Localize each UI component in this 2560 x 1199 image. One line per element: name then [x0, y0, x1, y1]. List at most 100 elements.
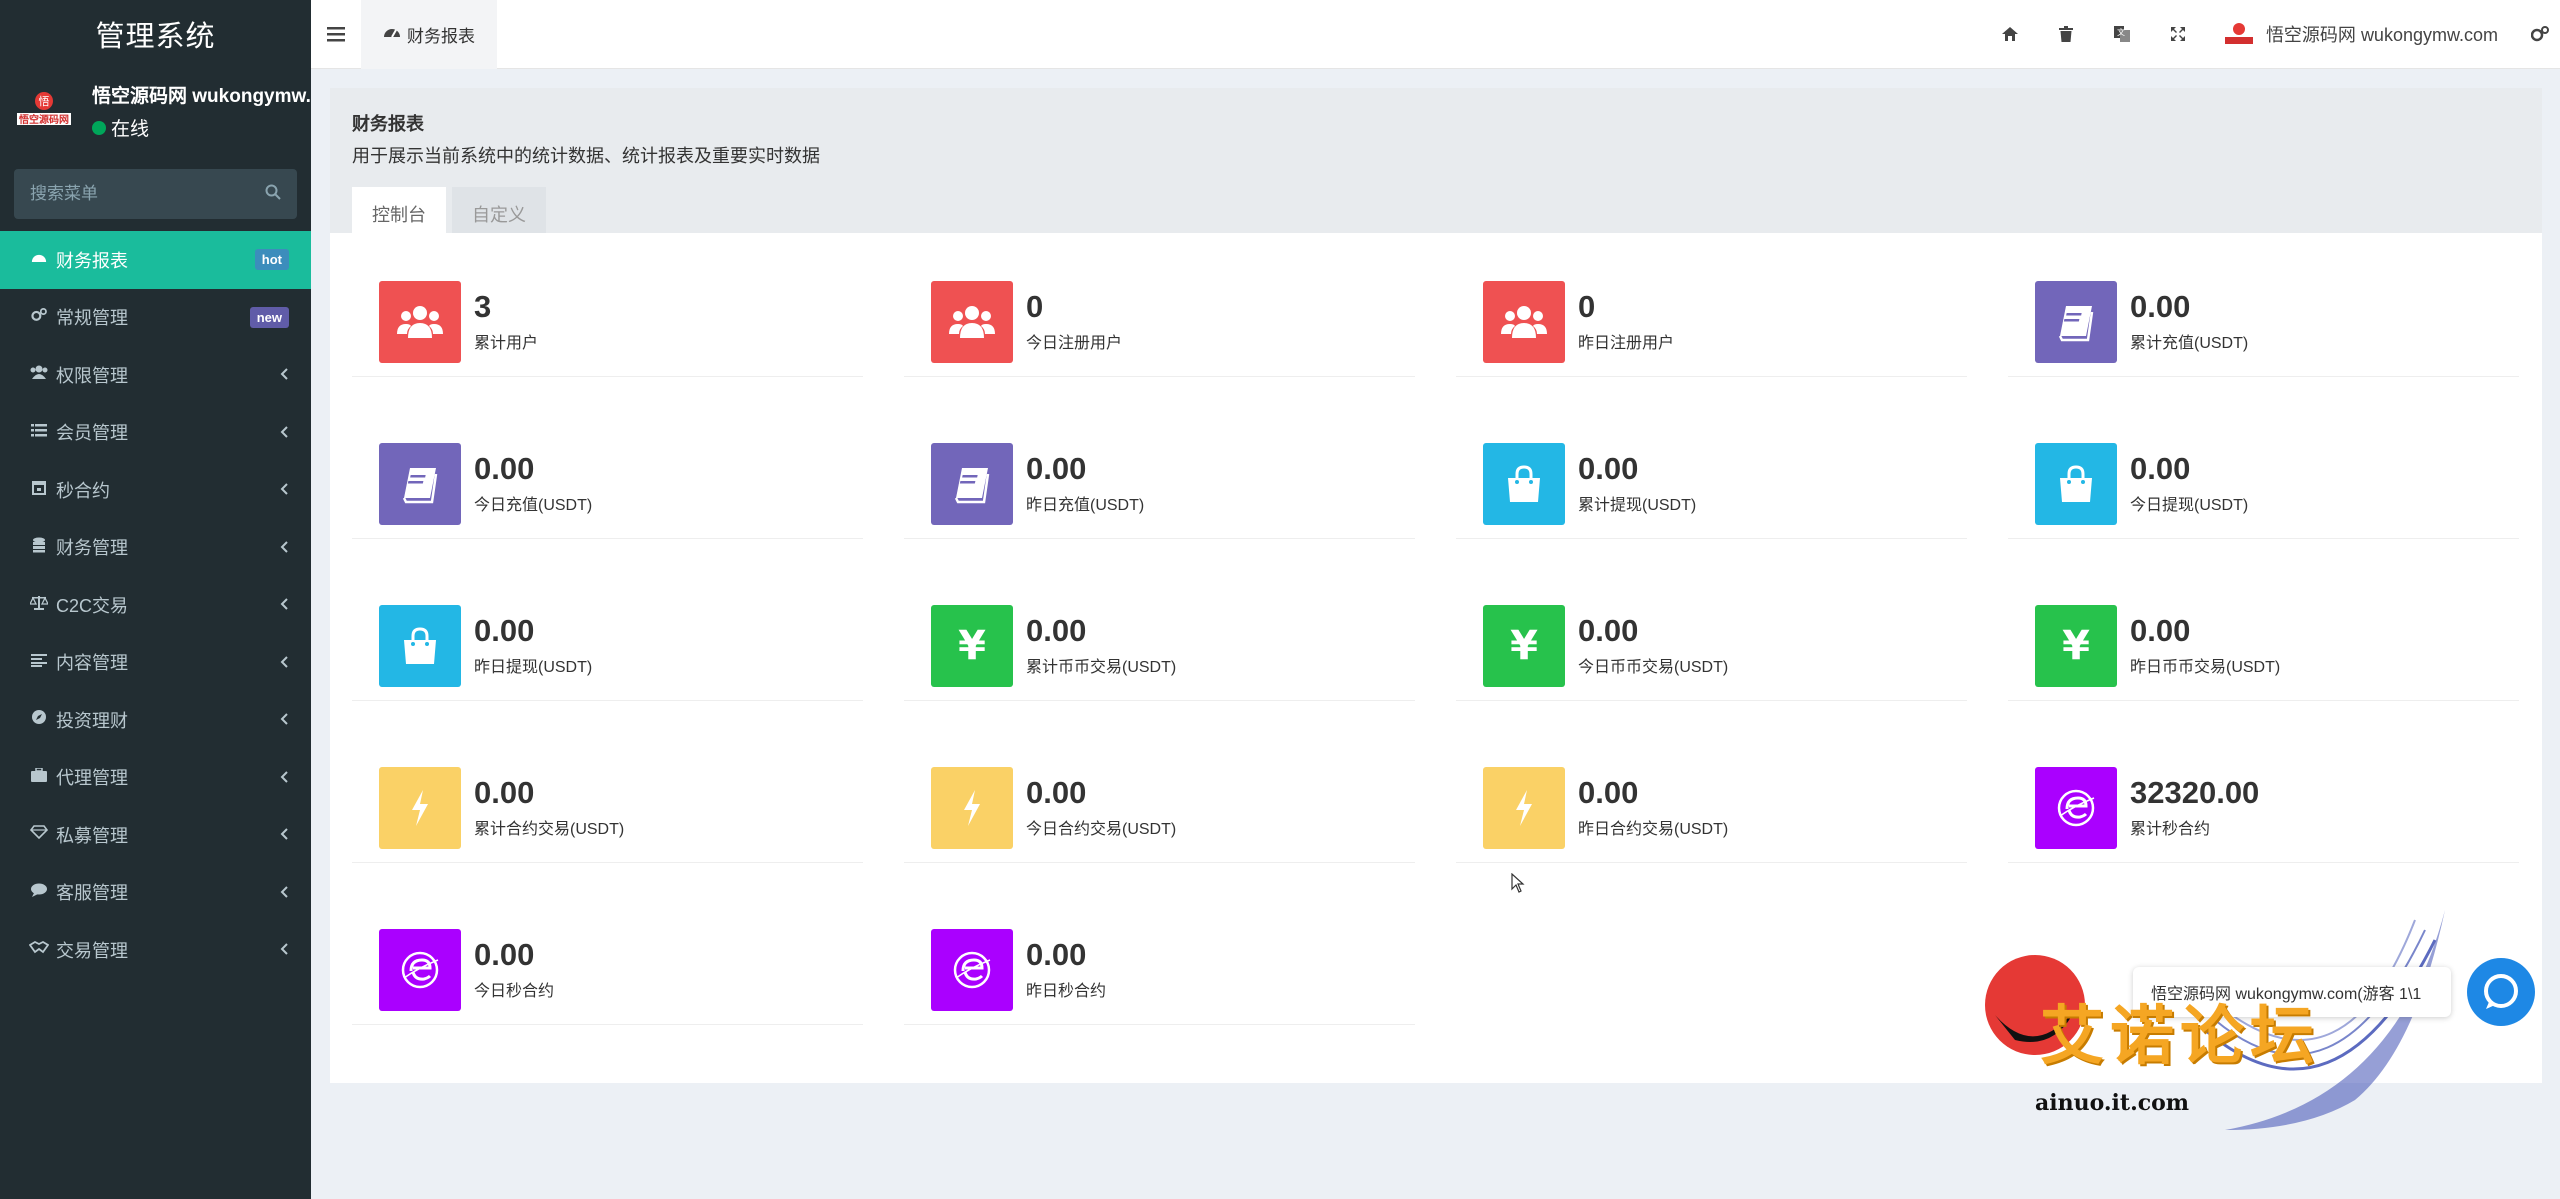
- chevron-left-icon: [280, 824, 289, 845]
- fullscreen-icon[interactable]: [2150, 0, 2206, 69]
- watermark-url: ainuo.it.com: [2035, 1090, 2190, 1116]
- comment-icon: [28, 883, 50, 902]
- translate-icon[interactable]: 文: [2094, 0, 2150, 69]
- stat-label: 今日币币交易(USDT): [1578, 658, 1729, 676]
- menu-search-input[interactable]: [30, 184, 265, 204]
- cogs-icon[interactable]: [2520, 0, 2560, 69]
- sidebar-item-6[interactable]: C2C交易: [0, 576, 311, 634]
- panel-header: 财务报表 用于展示当前系统中的统计数据、统计报表及重要实时数据 控制台 自定义: [330, 88, 2542, 240]
- stat-label: 累计充值(USDT): [2130, 334, 2249, 352]
- stat-value: 0: [1578, 289, 1596, 325]
- panel-title: 财务报表: [352, 114, 424, 134]
- sidebar-item-11[interactable]: 客服管理: [0, 864, 311, 922]
- stat-value: 0.00: [1026, 937, 1087, 973]
- sidebar-item-label: 会员管理: [56, 423, 128, 444]
- ethereum-icon: [2035, 766, 2117, 849]
- dashboard-icon: [383, 24, 401, 44]
- shopping-bag-icon: [1483, 442, 1565, 525]
- svg-text:¥: ¥: [1510, 626, 1538, 666]
- stat-card: ¥0.00 累计币币交易(USDT): [904, 591, 1415, 701]
- menu-badge: new: [249, 306, 289, 328]
- stat-card: 0.00 累计提现(USDT): [1456, 429, 1967, 539]
- sidebar-item-9[interactable]: 代理管理: [0, 749, 311, 807]
- stat-value: 0.00: [474, 775, 535, 811]
- stat-label: 累计秒合约: [2130, 820, 2211, 838]
- shopping-bag-icon: [2035, 442, 2117, 525]
- compass-icon: [28, 709, 50, 730]
- sidebar-item-4[interactable]: 秒合约: [0, 461, 311, 519]
- header-user[interactable]: 悟空源码网 wukongymw.com: [2206, 19, 2520, 49]
- search-icon[interactable]: [265, 184, 281, 205]
- stat-value: 32320.00: [2130, 775, 2260, 811]
- stat-value: 0: [1026, 289, 1044, 325]
- stat-label: 昨日秒合约: [1026, 982, 1107, 1000]
- sidebar-item-7[interactable]: 内容管理: [0, 634, 311, 692]
- list-icon: [28, 423, 50, 442]
- home-icon[interactable]: [1982, 0, 2038, 69]
- stat-label: 昨日币币交易(USDT): [2130, 658, 2281, 676]
- chevron-left-icon: [280, 652, 289, 673]
- users-icon: [379, 280, 461, 363]
- sidebar-item-8[interactable]: 投资理财: [0, 691, 311, 749]
- svg-text:悟空源码网: 悟空源码网: [18, 113, 69, 126]
- ethereum-icon: [379, 928, 461, 1011]
- stat-card: 0.00 累计合约交易(USDT): [352, 753, 863, 863]
- database-icon: [28, 537, 50, 558]
- stat-card: ¥0.00 昨日币币交易(USDT): [2008, 591, 2519, 701]
- stat-value: 0.00: [2130, 451, 2191, 487]
- stat-label: 昨日提现(USDT): [474, 658, 593, 676]
- stat-value: 0.00: [2130, 289, 2191, 325]
- sidebar-item-12[interactable]: 交易管理: [0, 921, 311, 979]
- tab-financial-report[interactable]: 财务报表: [361, 0, 497, 69]
- sidebar-item-10[interactable]: 私募管理: [0, 806, 311, 864]
- sidebar: 管理系统 悟 悟空源码网 悟空源码网 wukongymw.com 在线 财务报表…: [0, 0, 311, 1199]
- stat-card: 0.00 今日充值(USDT): [352, 429, 863, 539]
- stat-label: 昨日注册用户: [1578, 334, 1675, 352]
- yen-icon: ¥: [931, 604, 1013, 687]
- chevron-left-icon: [280, 882, 289, 903]
- sidebar-item-label: 交易管理: [56, 940, 128, 961]
- stat-card: 0.00 昨日充值(USDT): [904, 429, 1415, 539]
- trash-icon[interactable]: [2038, 0, 2094, 69]
- chat-bubble-icon[interactable]: [2467, 958, 2535, 1026]
- yen-icon: ¥: [2035, 604, 2117, 687]
- bolt-icon: [379, 766, 461, 849]
- group-icon: [28, 365, 50, 384]
- stat-label: 今日提现(USDT): [2130, 496, 2249, 514]
- online-dot-icon: [92, 120, 106, 135]
- stat-label: 昨日合约交易(USDT): [1578, 820, 1729, 838]
- sidebar-item-5[interactable]: 财务管理: [0, 519, 311, 577]
- stat-card: 0 昨日注册用户: [1456, 267, 1967, 377]
- stat-card: ¥0.00 今日币币交易(USDT): [1456, 591, 1967, 701]
- stat-card: 0.00 累计充值(USDT): [2008, 267, 2519, 377]
- watermark-text: 艾诺论坛: [2040, 999, 2320, 1074]
- user-name: 悟空源码网 wukongymw.com: [92, 86, 311, 107]
- briefcase-icon: [28, 767, 50, 787]
- stat-card: 0.00 今日合约交易(USDT): [904, 753, 1415, 863]
- stat-value: 0.00: [1578, 451, 1639, 487]
- user-panel: 悟 悟空源码网 悟空源码网 wukongymw.com 在线: [0, 67, 311, 155]
- hamburger-icon[interactable]: [311, 0, 361, 69]
- brand-title[interactable]: 管理系统: [0, 0, 311, 67]
- chevron-left-icon: [280, 422, 289, 443]
- sidebar-item-0[interactable]: 财务报表 hot: [0, 231, 311, 289]
- top-header: 财务报表 文 悟空源码网 wukongymw.com: [311, 0, 2560, 69]
- svg-text:文: 文: [2117, 27, 2125, 37]
- calendar-icon: [28, 480, 50, 500]
- stat-value: 0.00: [1578, 613, 1639, 649]
- sidebar-item-3[interactable]: 会员管理: [0, 404, 311, 462]
- avatar: 悟 悟空源码网: [14, 81, 74, 141]
- shopping-bag-icon: [379, 604, 461, 687]
- svg-text:¥: ¥: [2062, 626, 2090, 666]
- sidebar-item-label: C2C交易: [56, 595, 129, 616]
- sidebar-item-2[interactable]: 权限管理: [0, 346, 311, 404]
- svg-text:悟: 悟: [39, 94, 50, 108]
- avatar: [2224, 19, 2254, 49]
- chevron-left-icon: [280, 537, 289, 558]
- book-icon: [2035, 280, 2117, 363]
- chevron-left-icon: [280, 939, 289, 960]
- sidebar-menu: 财务报表 hot 常规管理 new 权限管理会员管理秒合约 财务管理 C2C交易内容管理 投资…: [0, 231, 311, 979]
- stat-label: 累计币币交易(USDT): [1026, 658, 1177, 676]
- panel-description: 用于展示当前系统中的统计数据、统计报表及重要实时数据: [352, 146, 820, 166]
- sidebar-item-1[interactable]: 常规管理 new: [0, 289, 311, 347]
